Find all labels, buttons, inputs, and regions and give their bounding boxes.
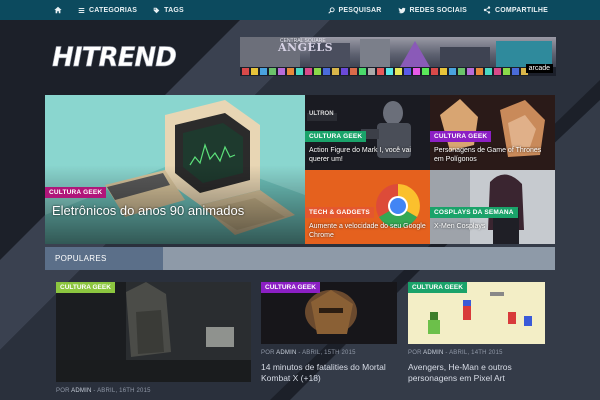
tile-category-tag[interactable]: Cultura Geek (430, 131, 492, 142)
popular-card-1[interactable]: Cultura Geek POR ADMIN - ABRIL, 16TH 201… (56, 282, 251, 397)
card-date: ABRIL, 14TH 2015 (449, 350, 503, 356)
tile-caption[interactable]: X-Men Cosplays (434, 222, 552, 231)
tile-caption[interactable]: Eletrônicos do anos 90 animados (52, 203, 252, 218)
card-date: ABRIL, 15TH 2015 (302, 350, 356, 356)
card-image[interactable] (56, 282, 251, 382)
card-title[interactable]: Avengers, He-Man e outros personagens em… (408, 362, 545, 384)
featured-tile-got[interactable]: Cultura Geek Personagens de Game of Thro… (430, 95, 555, 170)
categories-label: CATEGORIAS (89, 6, 138, 14)
tags-label: TAGS (164, 6, 184, 14)
card-meta: POR ADMIN - ABRIL, 15TH 2015 (261, 350, 356, 356)
site-logo[interactable]: HITREND (50, 41, 178, 71)
card-meta: POR ADMIN - ABRIL, 16TH 2015 (56, 388, 151, 394)
meta-prefix: POR (408, 350, 422, 356)
tile-category-tag[interactable]: Cultura Geek (305, 131, 367, 142)
search-button[interactable]: PESQUISAR (320, 0, 390, 20)
home-icon (54, 6, 62, 14)
meta-prefix: POR (261, 350, 275, 356)
tile-category-tag[interactable]: Cultura Geek (45, 187, 107, 198)
ad-banner[interactable]: ANGELS CENTRAL SQUARE arcade (240, 37, 556, 76)
share-label: COMPARTILHE (494, 6, 548, 14)
tile-category-tag[interactable]: Cosplays da Semana (430, 207, 518, 218)
card-author[interactable]: ADMIN (71, 388, 91, 394)
ad-icon-row (240, 67, 556, 76)
meta-prefix: POR (56, 388, 70, 394)
ad-badge: arcade (525, 64, 553, 73)
search-icon (327, 6, 335, 14)
card-author[interactable]: ADMIN (276, 350, 296, 356)
search-label: PESQUISAR (338, 6, 382, 14)
logo-text: HITREND (52, 42, 177, 71)
card-category-tag[interactable]: Cultura Geek (56, 282, 115, 293)
card-date: ABRIL, 16TH 2015 (97, 388, 151, 394)
tile-caption[interactable]: Action Figure do Mark I, você vai querer… (309, 146, 427, 164)
featured-tile-mark-i[interactable]: ULTRON Cultura Geek Action Figure do Mar… (305, 95, 430, 170)
featured-tile-chrome[interactable]: Tech & Gadgets Aumente a velocidade do s… (305, 170, 430, 244)
iron-throne-image (56, 282, 251, 382)
popular-section-bar: POPULARES (45, 247, 555, 270)
ultron-watermark: ULTRON (309, 111, 334, 117)
tag-icon (153, 7, 160, 13)
menu-icon (78, 7, 85, 13)
popular-tab[interactable]: POPULARES (45, 247, 163, 270)
featured-tile-xmen[interactable]: Cosplays da Semana X-Men Cosplays (430, 170, 555, 244)
categories-menu[interactable]: CATEGORIAS (70, 0, 145, 20)
card-category-tag[interactable]: Cultura Geek (261, 282, 320, 293)
tile-caption[interactable]: Personagens de Game of Thrones em Polígo… (434, 146, 552, 164)
social-networks-button[interactable]: REDES SOCIAIS (390, 0, 475, 20)
share-icon (483, 6, 491, 14)
social-label: REDES SOCIAIS (409, 6, 467, 14)
ad-subtitle: CENTRAL SQUARE (280, 38, 326, 44)
card-category-tag[interactable]: Cultura Geek (408, 282, 467, 293)
popular-card-2[interactable]: Cultura Geek POR ADMIN - ABRIL, 15TH 201… (261, 282, 397, 400)
featured-main-tile[interactable]: Cultura Geek Eletrônicos do anos 90 anim… (45, 95, 305, 244)
popular-card-3[interactable]: Cultura Geek POR ADMIN - ABRIL, 14TH 201… (408, 282, 545, 400)
card-title[interactable]: 14 minutos de fatalities do Mortal Komba… (261, 362, 397, 384)
tile-caption[interactable]: Aumente a velocidade do seu Google Chrom… (309, 222, 427, 240)
card-author[interactable]: ADMIN (423, 350, 443, 356)
card-meta: POR ADMIN - ABRIL, 14TH 2015 (408, 350, 503, 356)
tags-menu[interactable]: TAGS (145, 0, 192, 20)
tile-category-tag[interactable]: Tech & Gadgets (305, 207, 374, 218)
share-button[interactable]: COMPARTILHE (475, 0, 556, 20)
twitter-icon (397, 7, 406, 13)
home-button[interactable] (46, 0, 70, 20)
top-nav-bar: CATEGORIAS TAGS PESQUISAR REDES SOCIAIS … (0, 0, 600, 20)
